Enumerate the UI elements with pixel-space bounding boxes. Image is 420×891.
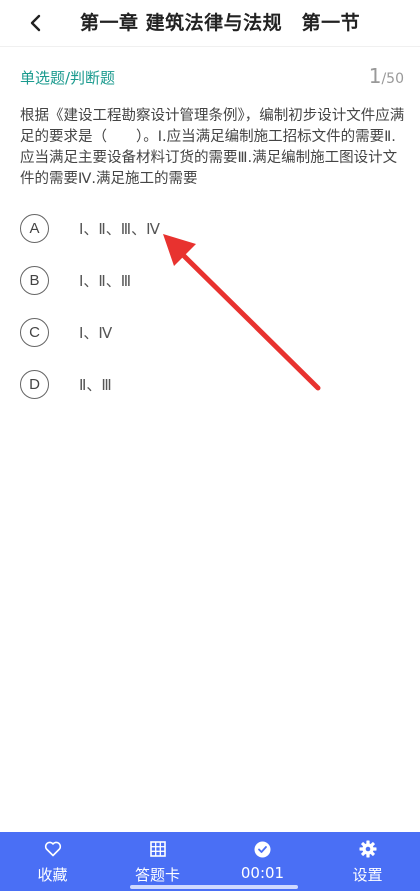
chevron-left-icon (30, 14, 41, 32)
total-questions: /50 (381, 71, 404, 87)
option-c-text: Ⅰ、Ⅳ (79, 323, 113, 342)
option-d-letter: D (20, 369, 49, 399)
question-counter: 1/50 (369, 64, 404, 88)
gear-icon (359, 840, 377, 858)
current-question-number: 1 (368, 64, 382, 88)
back-button[interactable] (22, 9, 50, 37)
option-a[interactable]: A Ⅰ、Ⅱ、Ⅲ、Ⅳ (20, 213, 160, 243)
home-indicator[interactable] (130, 885, 298, 889)
option-a-letter: A (20, 213, 49, 243)
option-b-text: Ⅰ、Ⅱ、Ⅲ (79, 271, 132, 290)
timer-value: 00:01 (240, 864, 285, 882)
bottom-toolbar: 收藏 答题卡 00:01 设置 (0, 832, 420, 891)
settings-label: 设置 (352, 866, 383, 884)
option-b-letter: B (20, 265, 49, 295)
favorite-label: 收藏 (37, 866, 68, 884)
header-divider (0, 46, 420, 47)
heart-icon (44, 840, 62, 858)
option-b[interactable]: B Ⅰ、Ⅱ、Ⅲ (20, 265, 131, 295)
timer-tab[interactable]: 00:01 (210, 832, 315, 891)
header-bar: 第一章 建筑法律与法规 第一节 (0, 0, 420, 46)
option-d[interactable]: D Ⅱ、Ⅲ (20, 369, 112, 399)
clock-icon (254, 840, 272, 858)
grid-icon (149, 840, 167, 858)
page-title: 第一章 建筑法律与法规 第一节 (80, 12, 361, 34)
option-c[interactable]: C Ⅰ、Ⅳ (20, 317, 112, 347)
favorite-tab[interactable]: 收藏 (0, 832, 105, 891)
option-a-text: Ⅰ、Ⅱ、Ⅲ、Ⅳ (79, 219, 160, 238)
question-stem: 根据《建设工程勘察设计管理条例》，编制初步设计文件应满足的要求是（ ）。Ⅰ.应当… (20, 108, 405, 187)
option-c-letter: C (20, 317, 49, 347)
settings-tab[interactable]: 设置 (315, 832, 420, 891)
option-d-text: Ⅱ、Ⅲ (79, 375, 112, 394)
answer-card-tab[interactable]: 答题卡 (105, 832, 210, 891)
answer-card-label: 答题卡 (134, 866, 180, 884)
question-type-label: 单选题/判断题 (20, 69, 116, 87)
